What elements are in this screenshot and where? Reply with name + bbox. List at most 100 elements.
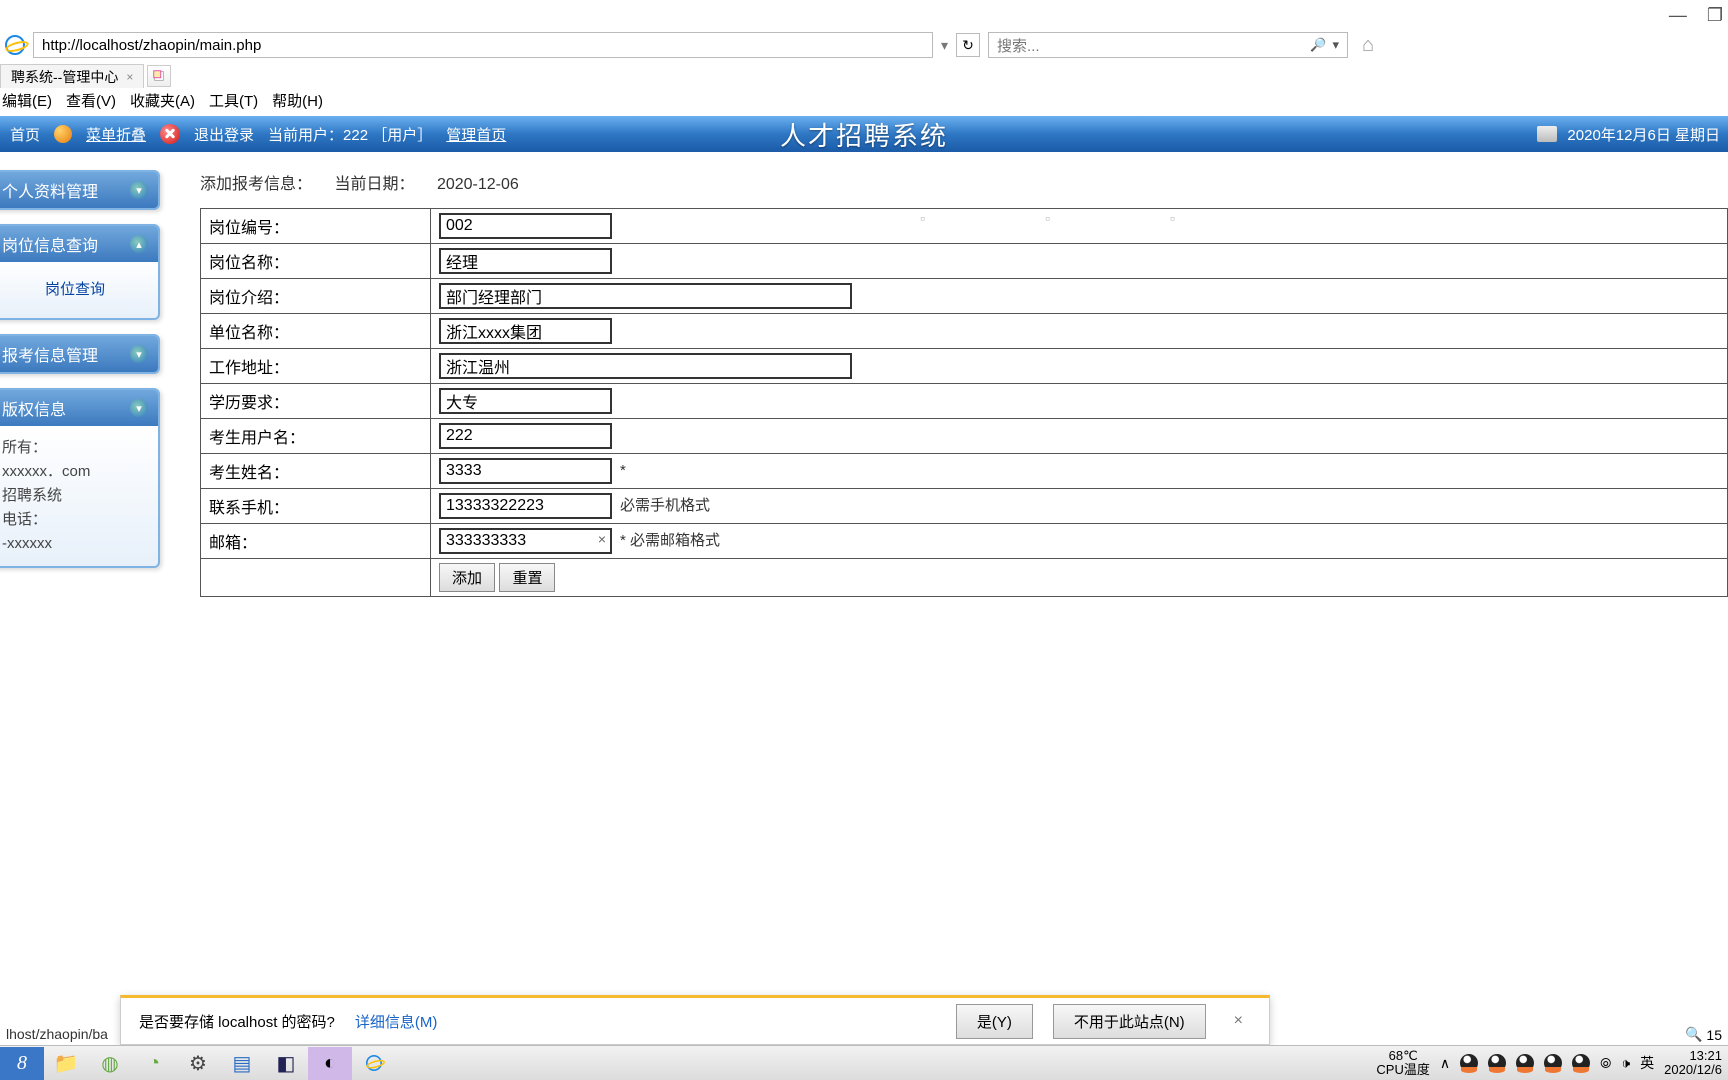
copyright-line: 招聘系统 [2, 484, 148, 508]
current-user-label: 当前用户：222 ［用户］ [268, 124, 432, 145]
menu-edit[interactable]: 编辑(E) [2, 90, 52, 112]
form-row: 学历要求： [201, 384, 1728, 419]
taskbar-settings-icon[interactable]: ⚙ [176, 1047, 220, 1080]
nav-admin-home[interactable]: 管理首页 [446, 124, 506, 145]
field-cell [431, 314, 1728, 349]
text-input[interactable] [439, 493, 612, 519]
nav-home[interactable]: 首页 [10, 124, 40, 145]
application-form-table: 岗位编号：岗位名称：岗位介绍：单位名称：工作地址：学历要求：考生用户名：考生姓名… [200, 208, 1728, 597]
chevron-down-icon: ▾ [130, 345, 148, 363]
text-input[interactable] [439, 248, 612, 274]
text-input[interactable] [439, 318, 612, 344]
taskbar-ie-icon[interactable] [352, 1047, 396, 1080]
tab-strip: 聘系统--管理中心 × [0, 62, 171, 88]
page-heading: 添加报考信息： 当前日期： 2020-12-06 [200, 170, 1728, 194]
taskbar-app1-icon[interactable]: ◍ [88, 1047, 132, 1080]
password-prompt-text: 是否要存储 localhost 的密码? [139, 1011, 335, 1032]
password-more-info-link[interactable]: 详细信息(M) [355, 1011, 438, 1032]
menu-favorites[interactable]: 收藏夹(A) [130, 90, 195, 112]
sidebar-panel-exam: 报考信息管理 ▾ [0, 334, 160, 374]
search-icon[interactable]: 🔎 [1310, 37, 1326, 53]
tray-clock[interactable]: 13:212020/12/6 [1664, 1049, 1722, 1077]
taskbar-start-icon[interactable]: 8 [0, 1047, 44, 1080]
field-label: 岗位介绍： [201, 279, 431, 314]
text-input[interactable] [439, 423, 612, 449]
fold-icon [54, 125, 72, 143]
password-close-icon[interactable]: × [1226, 1008, 1251, 1034]
field-label: 学历要求： [201, 384, 431, 419]
qq-icon[interactable] [1460, 1054, 1478, 1072]
heading-text: 添加报考信息： [200, 176, 312, 193]
refresh-button[interactable]: ↻ [956, 33, 980, 57]
qq-icon[interactable] [1572, 1054, 1590, 1072]
qq-icon[interactable] [1488, 1054, 1506, 1072]
search-placeholder: 搜索... [997, 35, 1040, 56]
close-tab-icon[interactable]: × [126, 70, 133, 84]
menu-view[interactable]: 查看(V) [66, 90, 116, 112]
sidebar-head-jobinfo[interactable]: 岗位信息查询 ▴ [0, 226, 158, 262]
taskbar-app4-icon[interactable]: ◧ [264, 1047, 308, 1080]
form-row: 工作地址： [201, 349, 1728, 384]
sidebar-label-jobinfo: 岗位信息查询 [2, 232, 98, 256]
menu-tools[interactable]: 工具(T) [209, 90, 258, 112]
tray-ime-label[interactable]: 英 [1640, 1053, 1654, 1073]
nav-logout[interactable]: 退出登录 [194, 124, 254, 145]
cpu-temp: 68℃CPU温度 [1376, 1049, 1429, 1077]
system-tray: 68℃CPU温度 ∧ ⦾ 🕩 英 13:212020/12/6 [1376, 1049, 1728, 1077]
search-dropdown-icon[interactable]: ▾ [1333, 37, 1340, 53]
tray-sound-icon[interactable]: 🕩 [1621, 1055, 1630, 1072]
home-icon[interactable]: ⌂ [1362, 34, 1384, 56]
copyright-line: 电话： [2, 508, 148, 532]
taskbar-app2-icon[interactable]: ◔ [132, 1047, 176, 1080]
password-yes-button[interactable]: 是(Y) [956, 1004, 1033, 1039]
reset-button[interactable]: 重置 [499, 563, 555, 592]
tray-wifi-icon[interactable]: ⦾ [1600, 1055, 1611, 1072]
zoom-value: 15 [1706, 1027, 1722, 1043]
qq-icon[interactable] [1544, 1054, 1562, 1072]
form-row: 单位名称： [201, 314, 1728, 349]
url-dropdown-icon[interactable]: ▾ [941, 37, 948, 54]
text-input[interactable] [439, 458, 612, 484]
status-bar-text: lhost/zhaopin/ba [0, 1023, 114, 1045]
taskbar-app3-icon[interactable]: ▤ [220, 1047, 264, 1080]
taskbar-app5-icon[interactable]: ◐ [308, 1047, 352, 1080]
tray-chevron-icon[interactable]: ∧ [1440, 1055, 1450, 1072]
current-date-value: 2020-12-06 [437, 176, 519, 193]
mail-icon[interactable] [1537, 126, 1557, 142]
sidebar: 个人资料管理 ▾ 岗位信息查询 ▴ 岗位查询 报考信息管理 ▾ 版权信息 ▾ 所… [0, 170, 160, 582]
text-input[interactable] [439, 283, 852, 309]
browser-search-box[interactable]: 搜索... 🔎 ▾ [988, 32, 1348, 58]
password-no-button[interactable]: 不用于此站点(N) [1053, 1004, 1206, 1039]
text-input[interactable] [439, 388, 612, 414]
menu-help[interactable]: 帮助(H) [272, 90, 323, 112]
text-input[interactable] [439, 528, 612, 554]
sidebar-head-copyright[interactable]: 版权信息 ▾ [0, 390, 158, 426]
sidebar-label-profile: 个人资料管理 [2, 178, 98, 202]
clear-input-icon[interactable]: × [598, 531, 606, 547]
sidebar-panel-copyright: 版权信息 ▾ 所有： xxxxxx．com 招聘系统 电话： -xxxxxx [0, 388, 160, 568]
field-hint: * 必需邮箱格式 [620, 532, 720, 549]
maximize-icon[interactable]: ❐ [1707, 5, 1723, 26]
sidebar-head-exam[interactable]: 报考信息管理 ▾ [0, 336, 158, 372]
submit-button[interactable]: 添加 [439, 563, 495, 592]
text-input[interactable] [439, 353, 852, 379]
sidebar-head-profile[interactable]: 个人资料管理 ▾ [0, 172, 158, 208]
taskbar-explorer-icon[interactable]: 📁 [44, 1047, 88, 1080]
field-cell: × * 必需邮箱格式 [431, 524, 1728, 559]
minimize-icon[interactable]: — [1669, 5, 1687, 26]
zoom-indicator[interactable]: 🔍 15 [1685, 1026, 1722, 1043]
new-tab-button[interactable] [147, 65, 171, 87]
field-label: 考生用户名： [201, 419, 431, 454]
address-input[interactable] [33, 32, 933, 58]
sidebar-link-job-query[interactable]: 岗位查询 [2, 272, 148, 308]
form-row: 岗位名称： [201, 244, 1728, 279]
field-hint: * [620, 462, 626, 479]
ie-logo-icon [5, 35, 25, 55]
browser-tab[interactable]: 聘系统--管理中心 × [0, 64, 144, 88]
field-label: 邮箱： [201, 524, 431, 559]
nav-fold-menu[interactable]: 菜单折叠 [86, 124, 146, 145]
text-input[interactable] [439, 213, 612, 239]
field-cell [431, 279, 1728, 314]
chevron-down-icon: ▾ [130, 399, 148, 417]
qq-icon[interactable] [1516, 1054, 1534, 1072]
